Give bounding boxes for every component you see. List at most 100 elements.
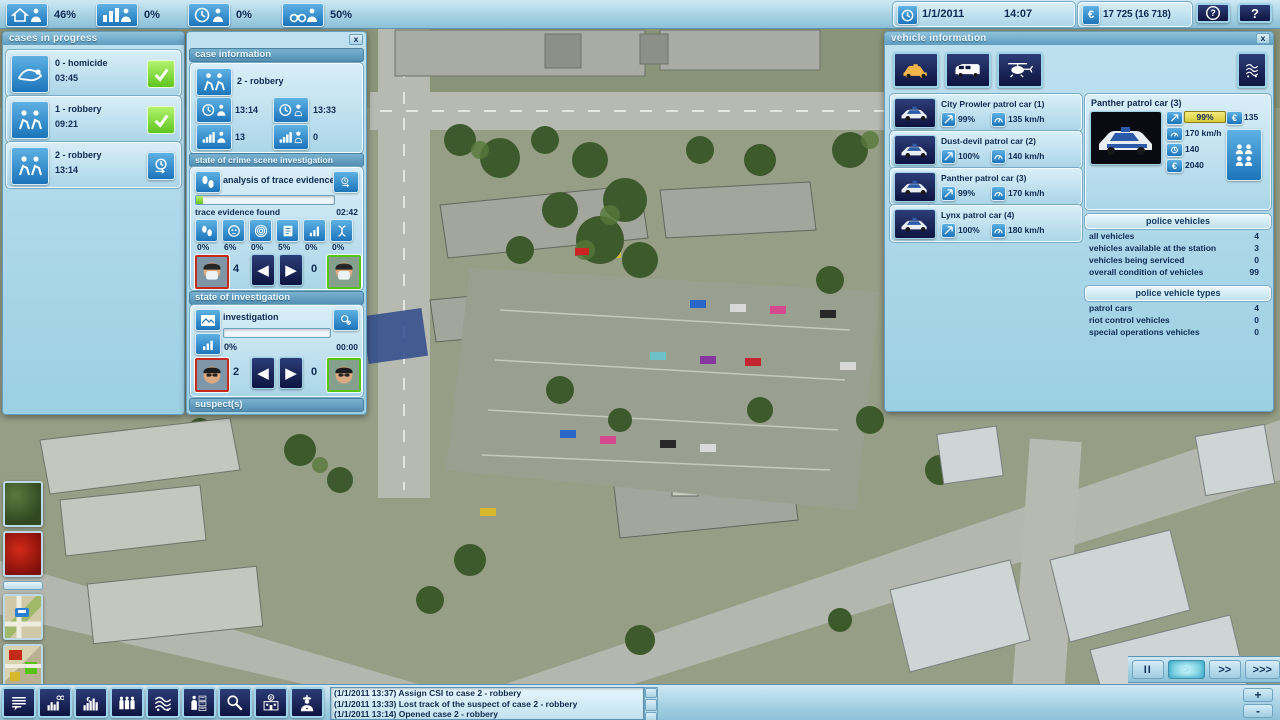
case-label: 1 - robbery <box>55 104 102 114</box>
trace-value: 6% <box>224 242 236 252</box>
investigation-task-label: investigation <box>223 312 279 322</box>
condition-icon <box>1166 111 1183 125</box>
dna-trace-icon[interactable] <box>330 219 353 242</box>
log-line: (1/1/2011 13:37) Assign CSI to case 2 - … <box>331 688 643 699</box>
arrest-rate-icon[interactable] <box>282 3 324 27</box>
police-vehicles-header: police vehicles <box>1085 214 1271 229</box>
csi-speed-up-button[interactable] <box>333 171 359 193</box>
csi-box: analysis of trace evidence trace evidenc… <box>190 167 363 290</box>
search-button[interactable] <box>218 687 252 718</box>
zoom-out-button[interactable]: - <box>1243 704 1273 718</box>
scroll-down-icon[interactable] <box>645 712 657 720</box>
footprint-trace-icon[interactable] <box>195 219 218 242</box>
play-button[interactable]: > <box>1168 660 1205 679</box>
case-opened-clock-icon <box>196 97 232 123</box>
vehicle-detail-price: 2040 <box>1185 160 1204 170</box>
case-row-robbery-1[interactable]: 1 - robbery 09:21 <box>6 96 181 142</box>
scroll-thumb[interactable] <box>645 699 657 711</box>
tab-vans[interactable] <box>945 52 991 88</box>
vehicles-window: vehicle information x City Prowler patro… <box>884 31 1274 412</box>
footprint-trace-icon <box>195 171 221 193</box>
csi-task-label: analysis of trace evidence <box>223 175 335 185</box>
close-icon[interactable]: x <box>349 34 363 45</box>
pause-button[interactable]: II <box>1132 660 1164 679</box>
time-text: 14:07 <box>1004 8 1032 20</box>
business-security-icon[interactable] <box>96 3 138 27</box>
price-euro-icon: € <box>1166 159 1183 173</box>
help-button[interactable]: ? <box>1238 3 1272 23</box>
vehicle-row-city-prowler[interactable]: City Prowler patrol car (1) 99% 135 km/h <box>890 94 1082 131</box>
cases-window: cases in progress 0 - homicide 03:45 1 -… <box>2 31 185 415</box>
remove-investigator-arrow-button[interactable]: ◀ <box>251 357 275 389</box>
tab-patrol-cars[interactable] <box>893 52 939 88</box>
case-solved-icon[interactable] <box>147 106 175 134</box>
close-icon[interactable]: x <box>1256 33 1270 44</box>
suspect-last-seen-time: 13:33 <box>313 105 336 115</box>
face-trace-icon[interactable] <box>222 219 245 242</box>
condition-icon <box>941 186 956 201</box>
map-layer-heatmap-thumb[interactable] <box>3 531 43 577</box>
crime-statistics-button[interactable] <box>38 687 72 718</box>
trace-value: 0% <box>332 242 344 252</box>
seats-button[interactable] <box>1226 129 1262 181</box>
map-layer-streets-thumb[interactable] <box>3 594 43 640</box>
map-layer-satellite-thumb[interactable] <box>3 481 43 527</box>
vehicles-button[interactable] <box>146 687 180 718</box>
event-log-button[interactable] <box>2 687 36 718</box>
robbery-icon <box>11 101 49 139</box>
vehicle-speed: 170 km/h <box>1008 188 1044 198</box>
speed-icon <box>991 186 1006 201</box>
vehicle-row-lynx[interactable]: Lynx patrol car (4) 100% 180 km/h <box>890 205 1082 242</box>
layer-slider[interactable] <box>3 581 43 590</box>
add-csi-arrow-button[interactable]: ▶ <box>279 254 303 286</box>
document-trace-icon[interactable] <box>276 219 299 242</box>
case-time: 09:21 <box>55 119 78 129</box>
case-opened-time: 13:14 <box>235 105 258 115</box>
fastest-forward-button[interactable]: >>> <box>1245 660 1280 679</box>
fingerprint-trace-icon[interactable] <box>249 219 272 242</box>
vehicle-row-panther[interactable]: Panther patrol car (3) 99% 170 km/h <box>890 168 1082 205</box>
officer-button[interactable] <box>290 687 324 718</box>
staff-management-button[interactable] <box>182 687 216 718</box>
investigation-search-button[interactable] <box>333 309 359 331</box>
patrol-car-thumb <box>894 209 936 239</box>
speed-icon <box>991 223 1006 238</box>
add-investigator-arrow-button[interactable]: ▶ <box>279 357 303 389</box>
log-scrollbar[interactable] <box>644 687 658 720</box>
money-panel: € 17 725 (16 718) <box>1078 2 1192 27</box>
tab-helicopters[interactable] <box>997 52 1043 88</box>
event-log[interactable]: (1/1/2011 13:37) Assign CSI to case 2 - … <box>330 687 644 720</box>
case-solved-icon[interactable] <box>147 60 175 88</box>
ballistics-trace-icon[interactable] <box>303 219 326 242</box>
remove-csi-arrow-button[interactable]: ◀ <box>251 254 275 286</box>
scroll-up-icon[interactable] <box>645 688 657 698</box>
police-station-button[interactable]: P <box>254 687 288 718</box>
tutorial-button[interactable]: ? <box>1196 3 1230 23</box>
summary-value: 0 <box>1254 255 1259 265</box>
type-label: patrol cars <box>1089 303 1132 313</box>
patrol-time-value: 0% <box>236 9 252 21</box>
case-row-robbery-2[interactable]: 2 - robbery 13:14 <box>6 142 181 188</box>
vehicles-overview-button[interactable] <box>1237 52 1267 88</box>
investigator-available-portrait <box>327 358 361 392</box>
finance-statistics-button[interactable]: € <box>74 687 108 718</box>
fast-forward-button[interactable]: >> <box>1209 660 1241 679</box>
case-in-progress-icon[interactable] <box>147 152 175 180</box>
residential-security-icon[interactable] <box>6 3 48 27</box>
clock-icon <box>897 5 918 25</box>
vehicle-detail-speed: 170 km/h <box>1185 128 1221 138</box>
police-vehicle-types-header: police vehicle types <box>1085 286 1271 301</box>
investigation-header: state of investigation <box>189 291 364 305</box>
patrol-time-icon[interactable] <box>188 3 230 27</box>
mileage-icon <box>1166 143 1183 157</box>
zoom-in-button[interactable]: + <box>1243 688 1273 702</box>
suspect-clock-icon <box>273 97 309 123</box>
vehicle-row-dust-devil[interactable]: Dust-devil patrol car (2) 100% 140 km/h <box>890 131 1082 168</box>
patrol-car-thumb <box>894 172 936 202</box>
personnel-button[interactable] <box>110 687 144 718</box>
vehicle-name: Panther patrol car (3) <box>941 173 1027 183</box>
vehicle-detail-mileage: 140 <box>1185 144 1199 154</box>
clues-count: 13 <box>235 132 245 142</box>
case-row-homicide[interactable]: 0 - homicide 03:45 <box>6 50 181 96</box>
time-controls: II > >> >>> <box>1128 656 1280 683</box>
